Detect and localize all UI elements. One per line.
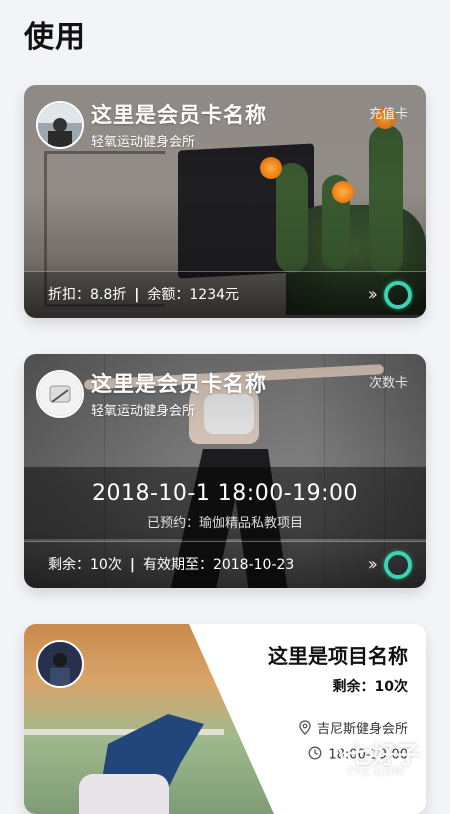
ring-icon [384,281,412,309]
page-title: 使用 [24,20,86,55]
valid-label: 有效期至： [142,557,213,573]
watermark: 七好子 7YZ.COM [296,735,436,785]
card-name: 这里是会员卡名称 [91,372,267,396]
membership-card-count[interactable]: 这里是会员卡名称 轻氧运动健身会所 次数卡 2018-10-1 18:00-19… [24,354,426,588]
valid-value: 2018-10-23 [212,557,295,573]
card-gym-name: 轻氧运动健身会所 [91,135,196,150]
separator: | [134,287,140,303]
booking-status: 已预约：瑜伽精品私教项目 [146,516,303,531]
avatar [36,640,84,688]
project-name: 这里是项目名称 [268,644,408,668]
card-type-badge: 次数卡 [368,376,408,391]
ring-icon [384,551,412,579]
card-gym-name: 轻氧运动健身会所 [91,404,196,419]
balance-value: 1234元 [189,287,240,303]
booking-datetime: 2018-10-1 18:00-19:00 [91,481,359,506]
separator: | [129,557,135,573]
watermark-logo-icon [296,737,344,785]
card-footer-info: 剩余：10次 | 有效期至：2018-10-23 [48,554,294,574]
card-footer: 折扣：8.8折 | 余额：1234元 ›› [24,271,426,318]
project-remain: 剩余：10次 [332,679,408,695]
discount-label: 折扣： [48,287,90,303]
remain-label: 剩余： [48,557,90,573]
avatar [36,101,84,149]
remain-value: 10次 [90,557,122,573]
double-chevron-right-icon[interactable]: ›› [368,554,379,575]
card-footer-info: 折扣：8.8折 | 余额：1234元 [48,284,239,304]
avatar [36,370,84,418]
card-footer: 剩余：10次 | 有效期至：2018-10-23 ›› [24,541,426,588]
card-type-badge: 充值卡 [368,107,408,122]
balance-label: 余额： [147,287,190,303]
membership-card-stored-value[interactable]: 这里是会员卡名称 轻氧运动健身会所 充值卡 折扣：8.8折 | 余额：1234元 ›… [24,85,426,318]
discount-value: 8.8折 [90,287,127,303]
card-name: 这里是会员卡名称 [91,103,267,127]
watermark-url: 7YZ.COM [346,765,404,778]
project-card[interactable]: 这里是项目名称 剩余：10次 吉尼斯健身会所 18:00-19:00 [24,624,426,814]
double-chevron-right-icon[interactable]: ›› [368,284,379,305]
background-person-pants [79,774,169,814]
